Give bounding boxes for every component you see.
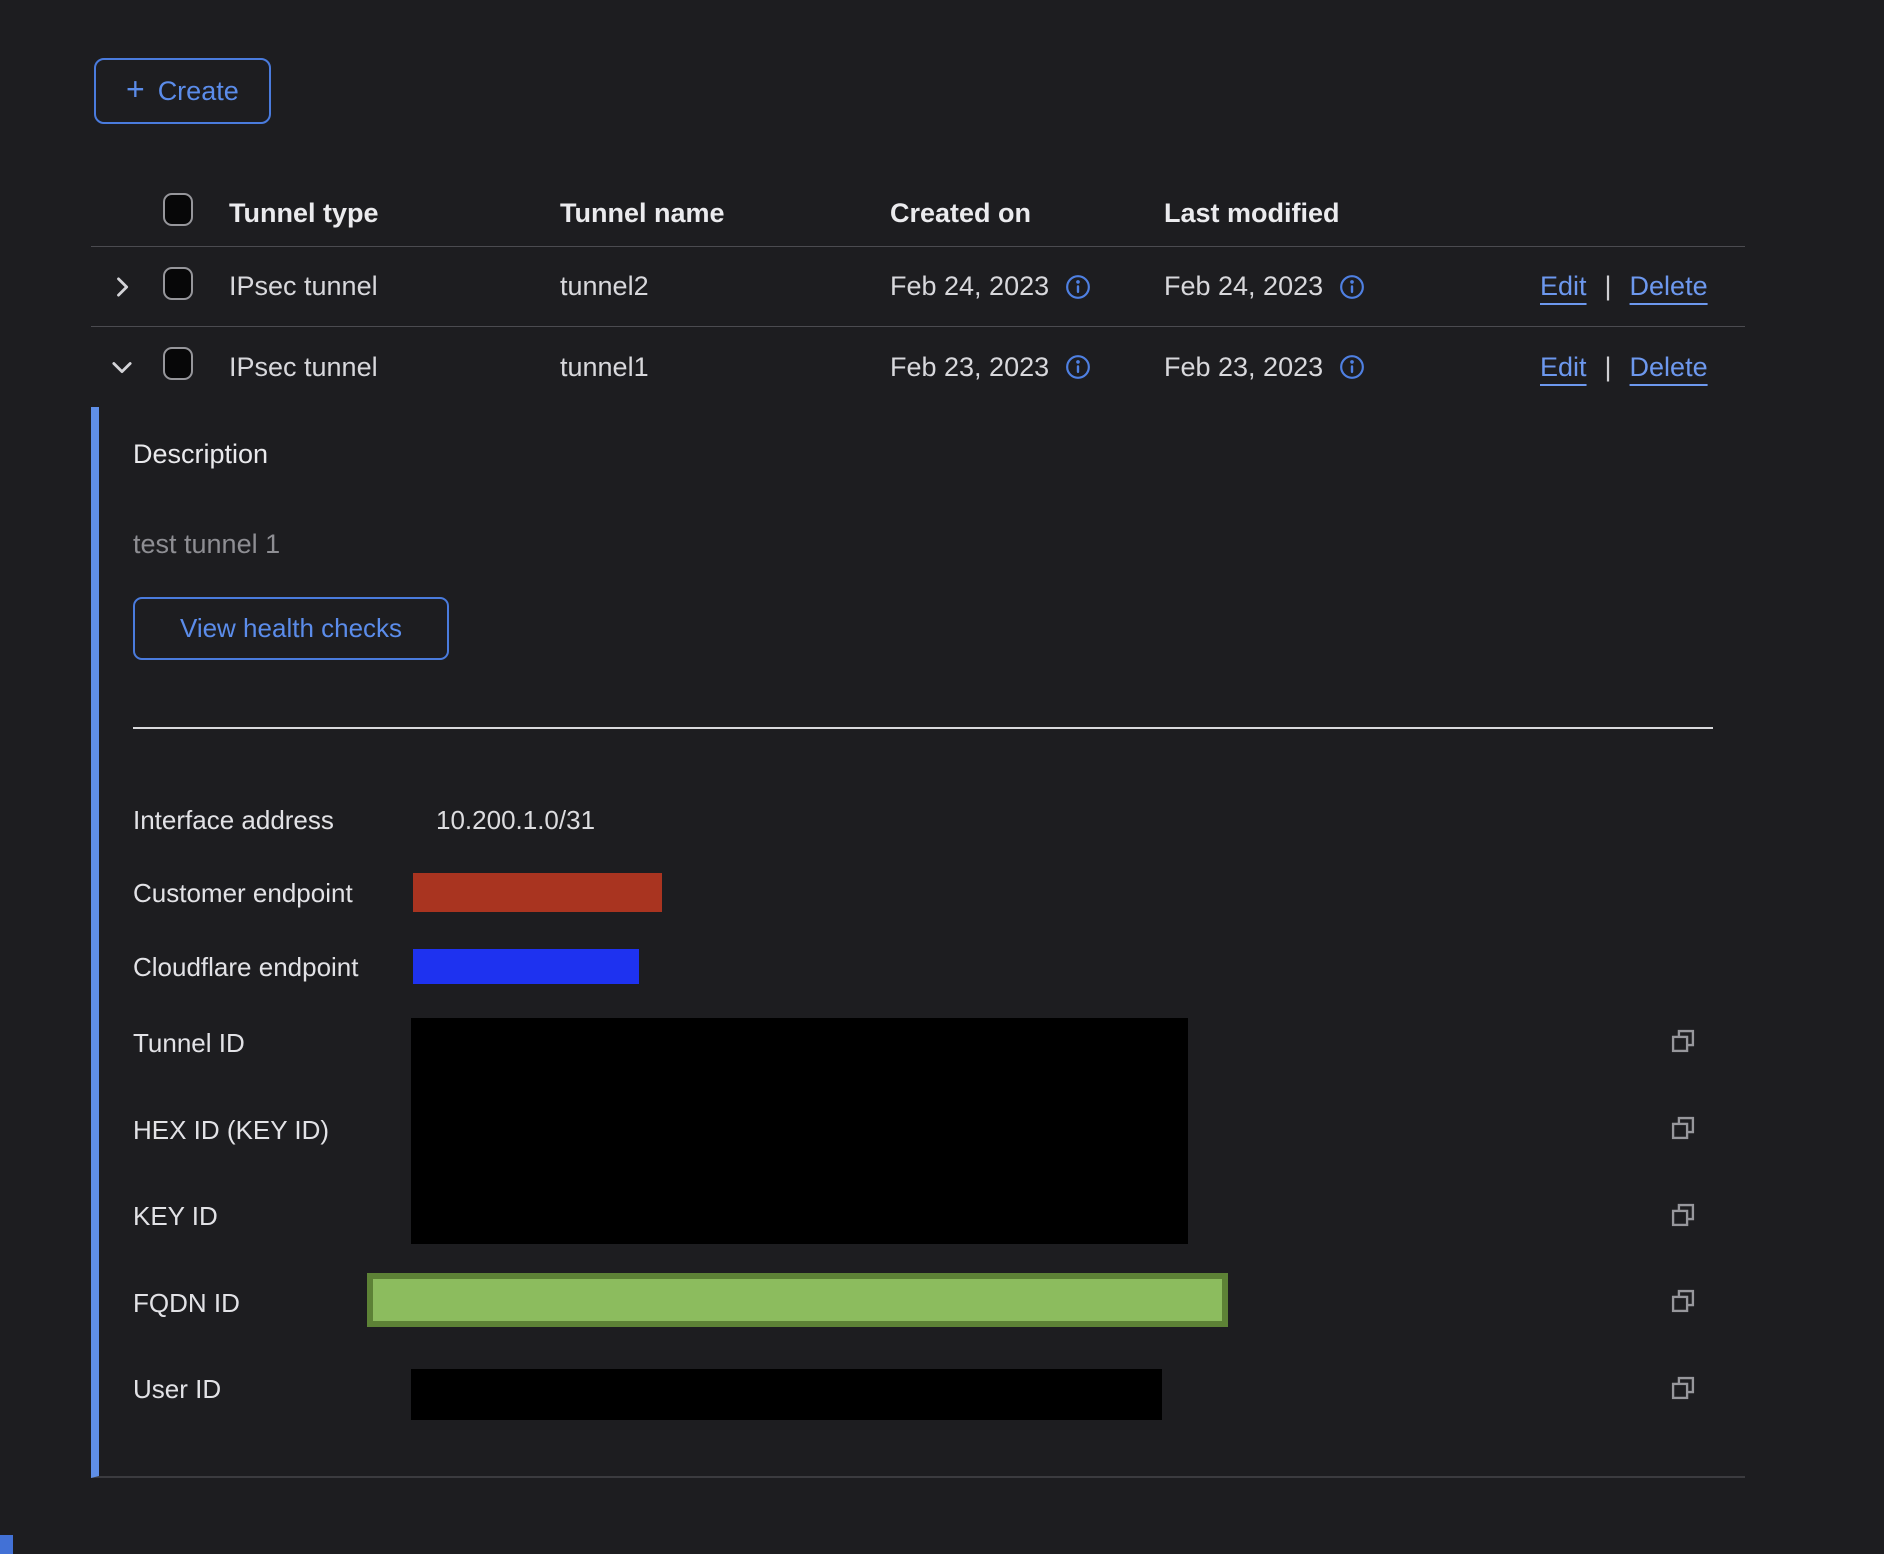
select-all-checkbox[interactable] [163,193,193,226]
create-button[interactable]: + Create [94,58,271,124]
tunnel-type-cell: IPsec tunnel [229,352,560,383]
created-on-cell: Feb 24, 2023 [890,271,1049,302]
info-icon[interactable] [1065,354,1091,380]
tunnel-type-cell: IPsec tunnel [229,271,560,302]
tunnel-name-cell: tunnel2 [560,271,890,302]
delete-link[interactable]: Delete [1630,352,1708,383]
tunnel-id-label: Tunnel ID [133,1028,245,1058]
last-modified-cell: Feb 24, 2023 [1164,271,1323,302]
key-id-label: KEY ID [133,1201,218,1231]
plus-icon: + [126,73,145,105]
fqdn-id-redaction [367,1273,1228,1327]
user-id-redaction [411,1369,1162,1420]
hex-id-label: HEX ID (KEY ID) [133,1115,329,1145]
edit-link[interactable]: Edit [1540,352,1587,383]
chevron-right-icon[interactable] [107,272,137,302]
action-separator: | [1605,271,1612,302]
view-health-checks-button[interactable]: View health checks [133,597,449,660]
divider [133,727,1713,729]
customer-endpoint-label: Customer endpoint [133,878,353,908]
tunnels-table: Tunnel type Tunnel name Created on Last … [91,180,1745,407]
copy-icon[interactable] [1668,1286,1698,1316]
description-label: Description [133,439,268,470]
interface-address-value: 10.200.1.0/31 [436,805,595,835]
delete-link[interactable]: Delete [1630,271,1708,302]
chevron-down-icon[interactable] [107,352,137,382]
header-created-on: Created on [890,198,1164,229]
description-value: test tunnel 1 [133,529,280,560]
header-tunnel-type: Tunnel type [229,198,560,229]
last-modified-cell: Feb 23, 2023 [1164,352,1323,383]
header-last-modified: Last modified [1164,198,1520,229]
info-icon[interactable] [1339,354,1365,380]
header-tunnel-name: Tunnel name [560,198,890,229]
copy-icon[interactable] [1668,1026,1698,1056]
copy-icon[interactable] [1668,1113,1698,1143]
customer-endpoint-redaction [413,873,662,912]
tunnels-page: + Create Tunnel type Tunnel name Created… [0,0,1884,1554]
expanded-row-details: Description test tunnel 1 View health ch… [91,407,1745,1478]
ids-redaction [411,1018,1188,1244]
edit-link[interactable]: Edit [1540,271,1587,302]
table-row: IPsec tunnel tunnel2 Feb 24, 2023 Feb 24… [91,247,1745,327]
cloudflare-endpoint-redaction [413,949,639,984]
interface-address-label: Interface address [133,805,334,835]
info-icon[interactable] [1065,274,1091,300]
user-id-label: User ID [133,1374,221,1404]
created-on-cell: Feb 23, 2023 [890,352,1049,383]
copy-icon[interactable] [1668,1373,1698,1403]
action-separator: | [1605,352,1612,383]
create-button-label: Create [158,76,239,107]
tunnel-name-cell: tunnel1 [560,352,890,383]
row-checkbox[interactable] [163,347,193,380]
info-icon[interactable] [1339,274,1365,300]
fqdn-id-label: FQDN ID [133,1288,240,1318]
cloudflare-endpoint-label: Cloudflare endpoint [133,952,359,982]
table-row: IPsec tunnel tunnel1 Feb 23, 2023 Feb 23… [91,327,1745,407]
row-checkbox[interactable] [163,267,193,300]
table-header-row: Tunnel type Tunnel name Created on Last … [91,180,1745,247]
corner-accent [0,1535,13,1554]
copy-icon[interactable] [1668,1200,1698,1230]
